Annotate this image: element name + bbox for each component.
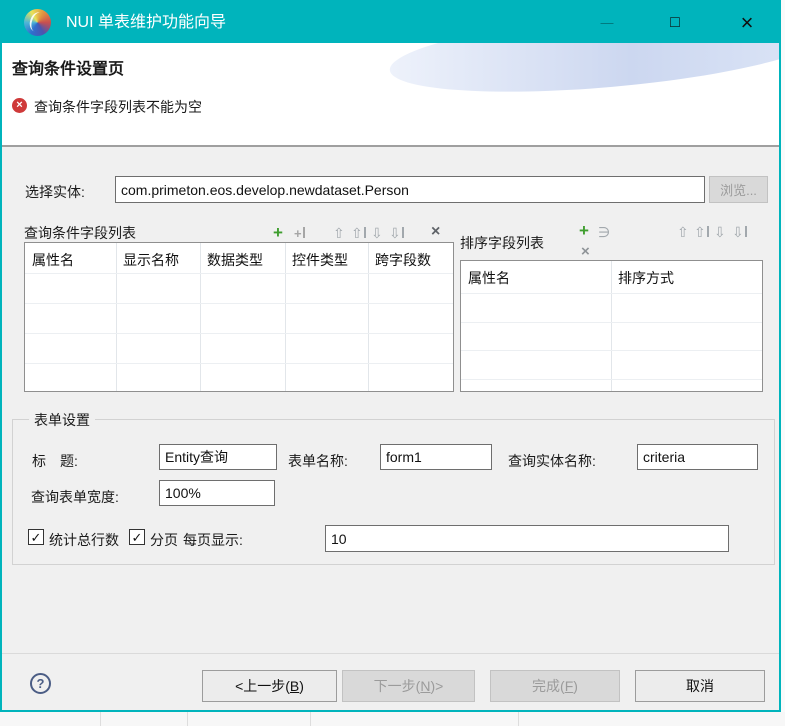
col-header-display: 显示名称 xyxy=(123,250,179,270)
back-label-end: ) xyxy=(299,678,304,694)
total-rows-label: 统计总行数 xyxy=(49,530,119,550)
entity-input[interactable] xyxy=(115,176,705,203)
entity-label: 选择实体: xyxy=(25,182,85,202)
move-down-icon[interactable]: ⇩ xyxy=(371,225,383,241)
sort-move-top-icon[interactable]: ⇧ xyxy=(694,224,709,240)
column-divider xyxy=(285,243,286,391)
column-divider xyxy=(200,243,201,391)
background-grid-line xyxy=(187,712,188,726)
next-label-end: )> xyxy=(430,678,443,694)
browse-button[interactable]: 浏览... xyxy=(709,176,768,203)
sort-move-bottom-icon[interactable]: ⇩ xyxy=(732,224,747,240)
finish-button[interactable]: 完成(F) xyxy=(490,670,620,702)
cancel-button[interactable]: 取消 xyxy=(635,670,765,702)
col-header-control: 控件类型 xyxy=(292,250,348,270)
help-icon[interactable]: ? xyxy=(30,673,51,694)
row-divider xyxy=(461,350,762,351)
total-rows-checkbox[interactable]: ✓ xyxy=(28,529,44,545)
sort-move-down-icon[interactable]: ⇩ xyxy=(714,224,726,240)
minimize-icon[interactable]: — xyxy=(585,2,629,43)
col-header-attr: 属性名 xyxy=(468,268,510,288)
form-width-label: 查询表单宽度: xyxy=(31,487,119,507)
screen: NUI 单表维护功能向导 — □ × 查询条件设置页 × 查询条件字段列表不能为… xyxy=(0,0,785,726)
wizard-dialog: NUI 单表维护功能向导 — □ × 查询条件设置页 × 查询条件字段列表不能为… xyxy=(0,0,781,712)
form-width-input[interactable] xyxy=(159,480,275,506)
query-fields-table[interactable]: 属性名 显示名称 数据类型 控件类型 跨字段数 xyxy=(24,242,454,392)
form-title-label: 标 题: xyxy=(32,451,78,471)
window-title: NUI 单表维护功能向导 xyxy=(66,2,226,43)
move-up-icon[interactable]: ⇧ xyxy=(333,225,345,241)
back-mnemonic: B xyxy=(290,678,299,694)
wizard-banner: 查询条件设置页 × 查询条件字段列表不能为空 xyxy=(2,43,779,145)
background-window-strip xyxy=(0,712,785,726)
paging-checkbox[interactable]: ✓ xyxy=(129,529,145,545)
criteria-entity-label: 查询实体名称: xyxy=(508,451,596,471)
row-divider xyxy=(25,303,453,304)
add-all-fields-icon[interactable]: + xyxy=(294,226,305,242)
add-field-icon[interactable]: + xyxy=(273,225,283,240)
error-icon: × xyxy=(12,98,27,113)
column-divider xyxy=(368,243,369,391)
error-message: 查询条件字段列表不能为空 xyxy=(34,97,202,117)
row-divider xyxy=(461,322,762,323)
next-button[interactable]: 下一步(N)> xyxy=(342,670,475,702)
banner-swoosh-decoration xyxy=(387,43,779,106)
query-table-label: 查询条件字段列表 xyxy=(24,223,136,243)
form-settings-legend: 表单设置 xyxy=(29,410,95,430)
form-title-input[interactable] xyxy=(159,444,277,470)
finish-mnemonic: F xyxy=(565,678,574,694)
footer-separator xyxy=(2,653,779,654)
transfer-sort-icon[interactable]: ∋ xyxy=(598,224,610,240)
col-header-attr: 属性名 xyxy=(32,250,74,270)
next-label: 下一步( xyxy=(374,678,421,694)
page-title: 查询条件设置页 xyxy=(12,55,124,79)
delete-sort-icon[interactable]: × xyxy=(581,244,590,260)
close-icon[interactable]: × xyxy=(725,2,769,43)
sort-move-up-icon[interactable]: ⇧ xyxy=(677,224,689,240)
finish-label: 完成( xyxy=(532,678,565,694)
maximize-icon[interactable]: □ xyxy=(653,2,697,43)
row-divider xyxy=(461,293,762,294)
finish-label-end: ) xyxy=(573,678,578,694)
move-top-icon[interactable]: ⇧ xyxy=(351,225,366,241)
add-sort-icon[interactable]: + xyxy=(579,223,589,238)
background-grid-line xyxy=(100,712,101,726)
page-size-label: 每页显示: xyxy=(183,530,243,550)
col-header-datatype: 数据类型 xyxy=(207,250,263,270)
form-name-label: 表单名称: xyxy=(288,451,348,471)
back-label: <上一步( xyxy=(235,678,290,694)
next-mnemonic: N xyxy=(420,678,430,694)
criteria-entity-input[interactable] xyxy=(637,444,758,470)
move-bottom-icon[interactable]: ⇩ xyxy=(389,225,404,241)
sort-table-label: 排序字段列表 xyxy=(460,233,544,253)
app-logo-icon xyxy=(24,9,51,36)
row-divider xyxy=(25,273,453,274)
row-divider xyxy=(25,333,453,334)
paging-label: 分页 xyxy=(150,530,178,550)
back-button[interactable]: <上一步(B) xyxy=(202,670,337,702)
col-header-colspan: 跨字段数 xyxy=(375,250,431,270)
background-grid-line xyxy=(310,712,311,726)
page-size-input[interactable] xyxy=(325,525,729,552)
delete-field-icon[interactable]: × xyxy=(431,224,440,240)
row-divider xyxy=(461,379,762,380)
background-grid-line xyxy=(518,712,519,726)
row-divider xyxy=(25,363,453,364)
form-name-input[interactable] xyxy=(380,444,492,470)
column-divider xyxy=(116,243,117,391)
banner-separator xyxy=(2,145,779,147)
sort-fields-table[interactable]: 属性名 排序方式 xyxy=(460,260,763,392)
col-header-sort-order: 排序方式 xyxy=(618,268,674,288)
titlebar[interactable]: NUI 单表维护功能向导 — □ × xyxy=(2,2,779,43)
column-divider xyxy=(611,261,612,391)
